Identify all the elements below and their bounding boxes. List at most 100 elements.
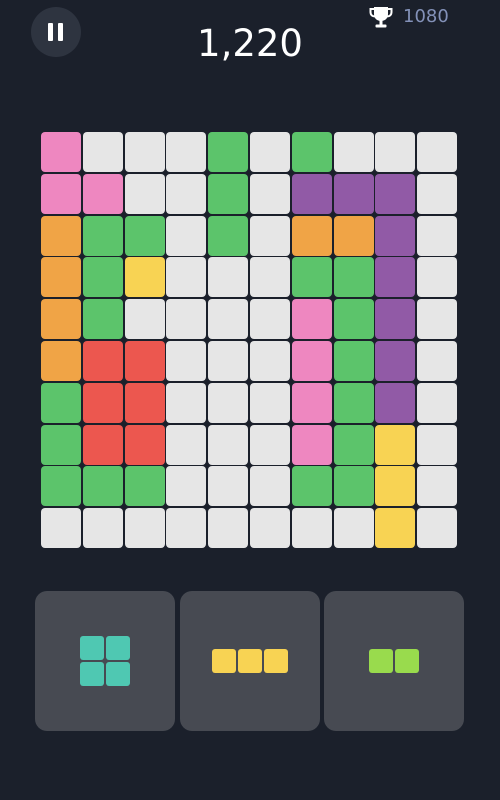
board-cell-empty[interactable] — [41, 508, 81, 549]
piece-tray-slot-1[interactable] — [35, 591, 175, 731]
board-cell-filled[interactable] — [82, 424, 123, 465]
board-cell-filled[interactable] — [124, 341, 165, 381]
board-cell-empty[interactable] — [417, 382, 458, 423]
board-cell-filled[interactable] — [41, 173, 81, 214]
board-cell-filled[interactable] — [124, 215, 165, 256]
board-cell-filled[interactable] — [208, 173, 249, 214]
board-cell-empty[interactable] — [417, 257, 458, 298]
board-cell-filled[interactable] — [375, 382, 416, 423]
board-cell-empty[interactable] — [417, 508, 458, 549]
board-cell-empty[interactable] — [208, 341, 249, 381]
board-cell-filled[interactable] — [82, 466, 123, 507]
board-cell-empty[interactable] — [417, 341, 458, 381]
board-cell-filled[interactable] — [375, 257, 416, 298]
board-cell-empty[interactable] — [417, 466, 458, 507]
board-cell-empty[interactable] — [417, 424, 458, 465]
board-cell-filled[interactable] — [333, 173, 374, 214]
board-cell-filled[interactable] — [124, 382, 165, 423]
board-cell-empty[interactable] — [124, 299, 165, 340]
board-cell-empty[interactable] — [417, 173, 458, 214]
board-cell-empty[interactable] — [250, 132, 290, 172]
board-cell-filled[interactable] — [375, 466, 416, 507]
board-cell-filled[interactable] — [124, 424, 165, 465]
board-cell-filled[interactable] — [41, 132, 81, 172]
board-cell-empty[interactable] — [208, 466, 249, 507]
board-cell-filled[interactable] — [82, 341, 123, 381]
piece-tray-slot-3[interactable] — [324, 591, 464, 731]
board-cell-filled[interactable] — [291, 382, 332, 423]
board-cell-empty[interactable] — [417, 215, 458, 256]
board-cell-filled[interactable] — [124, 257, 165, 298]
board-cell-filled[interactable] — [82, 173, 123, 214]
board-cell-filled[interactable] — [124, 466, 165, 507]
board-cell-filled[interactable] — [375, 424, 416, 465]
board-cell-filled[interactable] — [291, 173, 332, 214]
board-cell-filled[interactable] — [333, 424, 374, 465]
board-cell-filled[interactable] — [333, 215, 374, 256]
board-cell-filled[interactable] — [291, 257, 332, 298]
board-cell-filled[interactable] — [82, 257, 123, 298]
board-cell-filled[interactable] — [41, 424, 81, 465]
board-cell-filled[interactable] — [333, 382, 374, 423]
board-cell-filled[interactable] — [291, 424, 332, 465]
board-cell-filled[interactable] — [333, 341, 374, 381]
board-cell-empty[interactable] — [124, 173, 165, 214]
board-cell-empty[interactable] — [166, 257, 207, 298]
board-cell-empty[interactable] — [166, 299, 207, 340]
board-cell-empty[interactable] — [250, 215, 290, 256]
board-cell-empty[interactable] — [166, 132, 207, 172]
board-cell-filled[interactable] — [291, 215, 332, 256]
board-cell-filled[interactable] — [291, 132, 332, 172]
board-cell-filled[interactable] — [41, 341, 81, 381]
board-cell-empty[interactable] — [250, 257, 290, 298]
board-cell-empty[interactable] — [250, 424, 290, 465]
board-cell-filled[interactable] — [82, 299, 123, 340]
board-cell-filled[interactable] — [41, 299, 81, 340]
board-cell-empty[interactable] — [250, 466, 290, 507]
board-cell-filled[interactable] — [208, 215, 249, 256]
board-cell-filled[interactable] — [208, 132, 249, 172]
board-cell-filled[interactable] — [333, 299, 374, 340]
board-cell-empty[interactable] — [166, 424, 207, 465]
board-cell-filled[interactable] — [375, 299, 416, 340]
board-cell-filled[interactable] — [333, 466, 374, 507]
board-cell-filled[interactable] — [291, 299, 332, 340]
board-cell-empty[interactable] — [166, 382, 207, 423]
board-cell-empty[interactable] — [82, 508, 123, 549]
board-cell-empty[interactable] — [208, 299, 249, 340]
board-cell-empty[interactable] — [166, 173, 207, 214]
board-cell-empty[interactable] — [166, 466, 207, 507]
board-cell-filled[interactable] — [291, 466, 332, 507]
board-cell-empty[interactable] — [417, 299, 458, 340]
board-cell-empty[interactable] — [166, 215, 207, 256]
board-cell-empty[interactable] — [375, 132, 416, 172]
board-cell-filled[interactable] — [375, 173, 416, 214]
board-cell-empty[interactable] — [208, 382, 249, 423]
pause-button[interactable] — [31, 7, 81, 57]
board-cell-empty[interactable] — [166, 508, 207, 549]
board-cell-empty[interactable] — [250, 173, 290, 214]
board-cell-filled[interactable] — [333, 257, 374, 298]
board-cell-empty[interactable] — [333, 132, 374, 172]
board-cell-empty[interactable] — [250, 299, 290, 340]
board-cell-empty[interactable] — [166, 341, 207, 381]
board-cell-empty[interactable] — [82, 132, 123, 172]
board-cell-empty[interactable] — [291, 508, 332, 549]
board-cell-empty[interactable] — [124, 508, 165, 549]
board-cell-empty[interactable] — [208, 424, 249, 465]
board-cell-empty[interactable] — [208, 508, 249, 549]
board-cell-empty[interactable] — [417, 132, 458, 172]
board-cell-empty[interactable] — [250, 382, 290, 423]
board-cell-filled[interactable] — [291, 341, 332, 381]
board-cell-empty[interactable] — [250, 341, 290, 381]
board-cell-filled[interactable] — [41, 466, 81, 507]
board-cell-filled[interactable] — [41, 382, 81, 423]
board-cell-filled[interactable] — [41, 257, 81, 298]
board-cell-filled[interactable] — [375, 341, 416, 381]
piece-tray-slot-2[interactable] — [180, 591, 320, 731]
board-cell-empty[interactable] — [333, 508, 374, 549]
board-cell-empty[interactable] — [208, 257, 249, 298]
board-cell-empty[interactable] — [250, 508, 290, 549]
board-cell-empty[interactable] — [124, 132, 165, 172]
board-cell-filled[interactable] — [375, 508, 416, 549]
